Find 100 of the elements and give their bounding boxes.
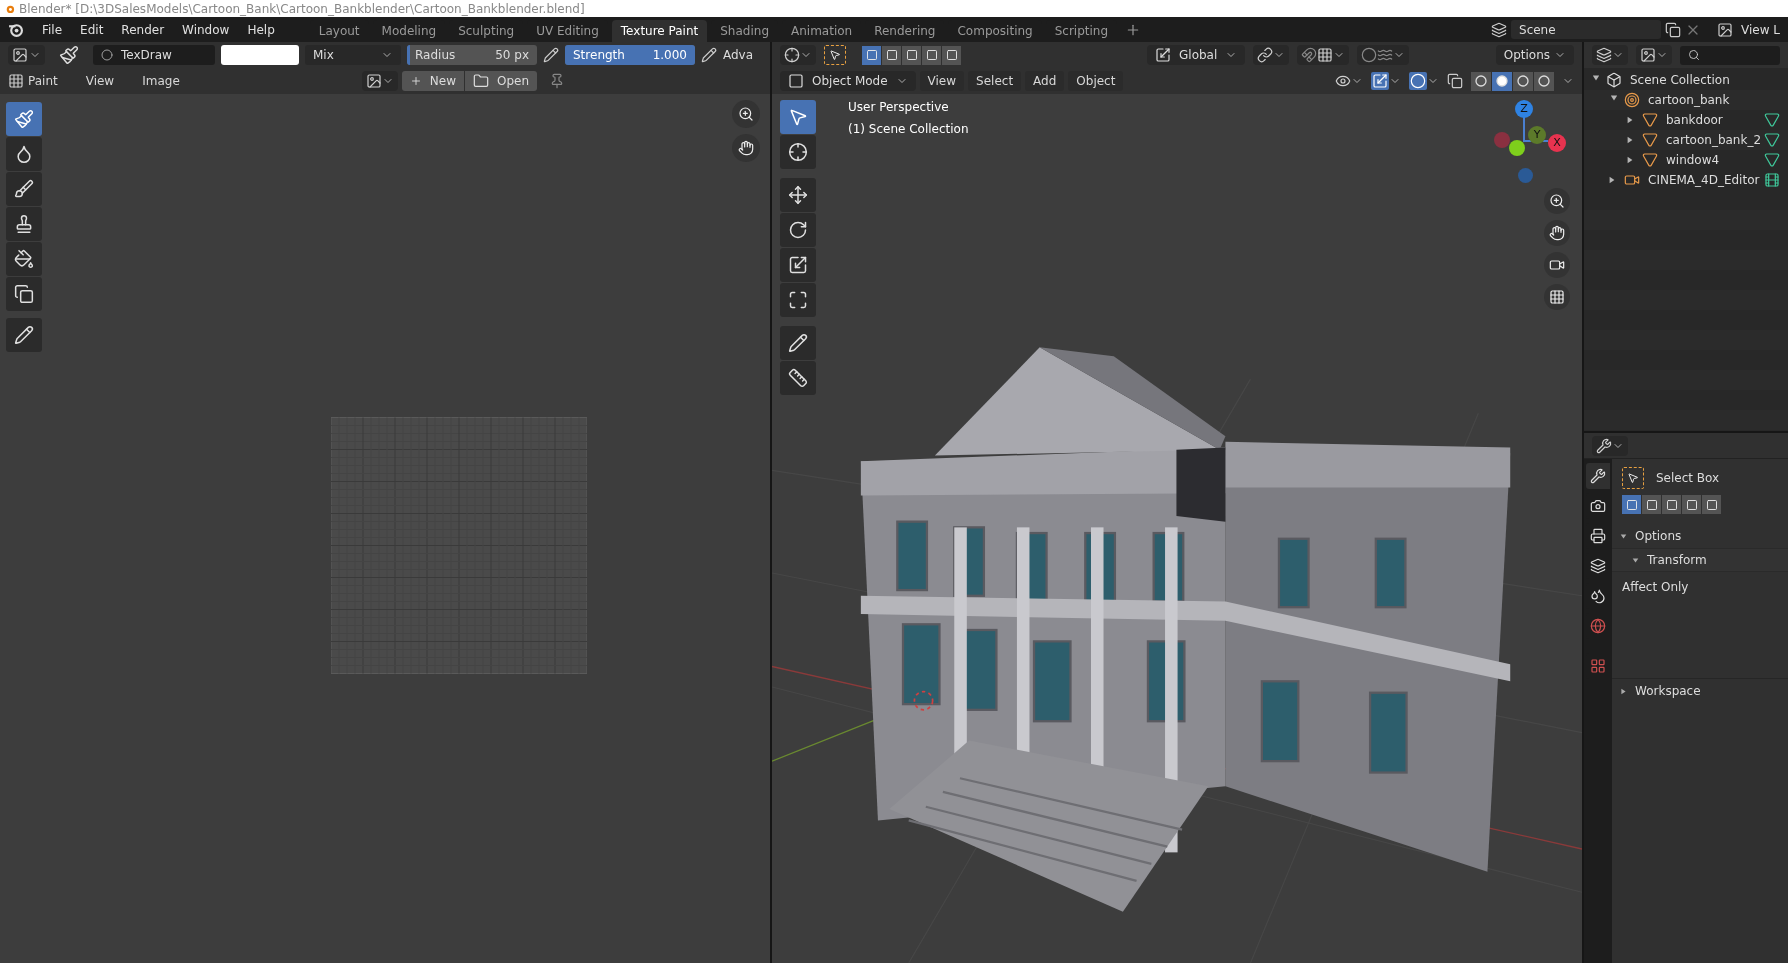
menu-item[interactable]: Render bbox=[114, 20, 172, 39]
tool-button[interactable] bbox=[6, 242, 42, 276]
tool-button[interactable] bbox=[780, 361, 816, 395]
menu-item[interactable]: File bbox=[35, 20, 70, 39]
display-mode-button[interactable] bbox=[1636, 45, 1672, 65]
tool-button[interactable] bbox=[6, 318, 42, 352]
editor-type-button[interactable] bbox=[1592, 45, 1628, 65]
zoom-icon bbox=[738, 106, 754, 122]
select-mode-button[interactable] bbox=[1682, 495, 1701, 514]
editor-type-button[interactable] bbox=[1592, 435, 1628, 456]
select-mode-button[interactable] bbox=[942, 45, 961, 65]
menu-item[interactable]: Add bbox=[1025, 71, 1065, 91]
tool-button[interactable] bbox=[780, 283, 816, 317]
pointer-icon bbox=[829, 49, 841, 61]
tool-button[interactable] bbox=[780, 248, 816, 282]
brush-field[interactable]: TexDraw bbox=[93, 45, 215, 65]
pan-button[interactable] bbox=[732, 134, 760, 162]
select-mode-button[interactable] bbox=[922, 45, 941, 65]
negative-y-handle[interactable] bbox=[1509, 140, 1525, 156]
overlay-toggle[interactable] bbox=[1409, 72, 1427, 90]
advanced-menu[interactable]: Adva bbox=[723, 46, 754, 64]
color-swatch[interactable] bbox=[221, 45, 299, 65]
editor-type-button[interactable] bbox=[8, 45, 45, 65]
search-field[interactable] bbox=[1680, 45, 1780, 65]
menu-item[interactable]: Object bbox=[1068, 71, 1124, 91]
sphere-icon bbox=[1496, 75, 1508, 87]
options-dropdown[interactable]: Options bbox=[1495, 45, 1574, 65]
view-layer-label[interactable]: View L bbox=[1741, 20, 1780, 39]
tool-button[interactable] bbox=[6, 137, 42, 171]
shading-button[interactable] bbox=[1492, 71, 1512, 91]
select-mode-button[interactable] bbox=[862, 45, 881, 65]
gizmo-toggle[interactable] bbox=[1371, 72, 1389, 90]
zoom-button[interactable] bbox=[732, 100, 760, 128]
properties-tab[interactable] bbox=[1586, 463, 1610, 489]
scene-field[interactable]: Scene bbox=[1511, 20, 1661, 39]
tool-button[interactable] bbox=[780, 178, 816, 212]
shading-button[interactable] bbox=[1513, 71, 1533, 91]
tool-button[interactable] bbox=[780, 213, 816, 247]
square-icon bbox=[925, 49, 938, 61]
shading-button[interactable] bbox=[1471, 71, 1491, 91]
strength-slider[interactable]: Strength 1.000 bbox=[565, 45, 695, 65]
outliner-item[interactable]: Scene Collection bbox=[1630, 71, 1730, 89]
layers-icon bbox=[1590, 558, 1606, 574]
pivot-dropdown[interactable] bbox=[1253, 45, 1290, 65]
menu-item[interactable]: Window bbox=[175, 20, 237, 39]
tool-button[interactable] bbox=[780, 135, 816, 169]
xray-icon[interactable] bbox=[1447, 73, 1463, 89]
pressure-icon[interactable] bbox=[543, 47, 559, 63]
window-title: Blender* [D:\3DSalesModels\Cartoon_Bank\Cartoon_Bankblender\Cartoon_Bankblender.blend] bbox=[19, 0, 585, 18]
proportional-button[interactable] bbox=[1357, 45, 1410, 65]
select-mode-button[interactable] bbox=[1702, 495, 1721, 514]
radius-slider[interactable]: Radius 50 px bbox=[407, 45, 537, 65]
menu-item[interactable]: Help bbox=[240, 20, 282, 39]
blender-logo-icon[interactable] bbox=[8, 22, 23, 37]
pointer-icon bbox=[1627, 472, 1639, 484]
globe-icon bbox=[1590, 618, 1606, 634]
snap-dropdown[interactable] bbox=[1297, 45, 1350, 65]
view-layer-icon[interactable] bbox=[1717, 21, 1733, 38]
image-browse-button[interactable] bbox=[361, 71, 398, 91]
paint-mode-icon[interactable] bbox=[8, 73, 24, 89]
menu-item[interactable]: Select bbox=[968, 71, 1022, 91]
orientation-dropdown[interactable]: Global bbox=[1147, 45, 1246, 65]
shading-button[interactable] bbox=[1534, 71, 1554, 91]
tool-button[interactable] bbox=[780, 326, 816, 360]
tool-button[interactable] bbox=[6, 172, 42, 206]
select-mode-button[interactable] bbox=[1662, 495, 1681, 514]
select-mode-button[interactable] bbox=[882, 45, 901, 65]
square-icon bbox=[945, 49, 958, 61]
subpanel-header[interactable]: Transform bbox=[1612, 548, 1788, 572]
property-label: Affect Only bbox=[1622, 579, 1690, 596]
image-icon bbox=[365, 73, 382, 89]
blend-dropdown[interactable]: Mix bbox=[305, 45, 401, 65]
active-tool-button[interactable] bbox=[824, 45, 846, 65]
select-mode-button[interactable] bbox=[902, 45, 921, 65]
tool-button[interactable] bbox=[6, 102, 42, 136]
pressure-icon[interactable] bbox=[701, 47, 717, 63]
mode-dropdown[interactable]: Object Mode bbox=[780, 71, 916, 91]
menu-item[interactable]: View bbox=[919, 71, 965, 91]
tool-button[interactable] bbox=[6, 207, 42, 241]
outliner-item[interactable]: cartoon_bank_2 bbox=[1666, 131, 1762, 149]
workspace-tab[interactable]: Texture Paint bbox=[611, 20, 708, 42]
menu-item[interactable]: Paint bbox=[28, 71, 66, 91]
viewport-info-text: (1) Scene Collection bbox=[848, 121, 969, 138]
outliner-item[interactable]: bankdoor bbox=[1666, 111, 1723, 129]
menu-item[interactable]: Image bbox=[134, 71, 188, 91]
visibility-dropdown[interactable] bbox=[1335, 73, 1363, 89]
outliner-item[interactable]: window4 bbox=[1666, 151, 1720, 169]
brush-icon[interactable] bbox=[59, 45, 79, 65]
outliner-item[interactable]: cartoon_bank bbox=[1648, 91, 1730, 109]
menu-item[interactable]: View bbox=[77, 71, 123, 91]
outliner-item[interactable]: CINEMA_4D_Editor bbox=[1648, 171, 1760, 189]
drops-icon bbox=[1590, 588, 1606, 604]
select-mode-button[interactable] bbox=[1642, 495, 1661, 514]
copy-icon[interactable] bbox=[1665, 21, 1681, 38]
editor-type-button[interactable] bbox=[780, 45, 816, 65]
new-image-button[interactable]: New bbox=[401, 71, 464, 91]
menu-item[interactable]: Edit bbox=[73, 20, 111, 39]
film-icon bbox=[1764, 172, 1780, 188]
tool-button[interactable] bbox=[6, 277, 42, 311]
open-image-button[interactable]: Open bbox=[464, 71, 538, 91]
